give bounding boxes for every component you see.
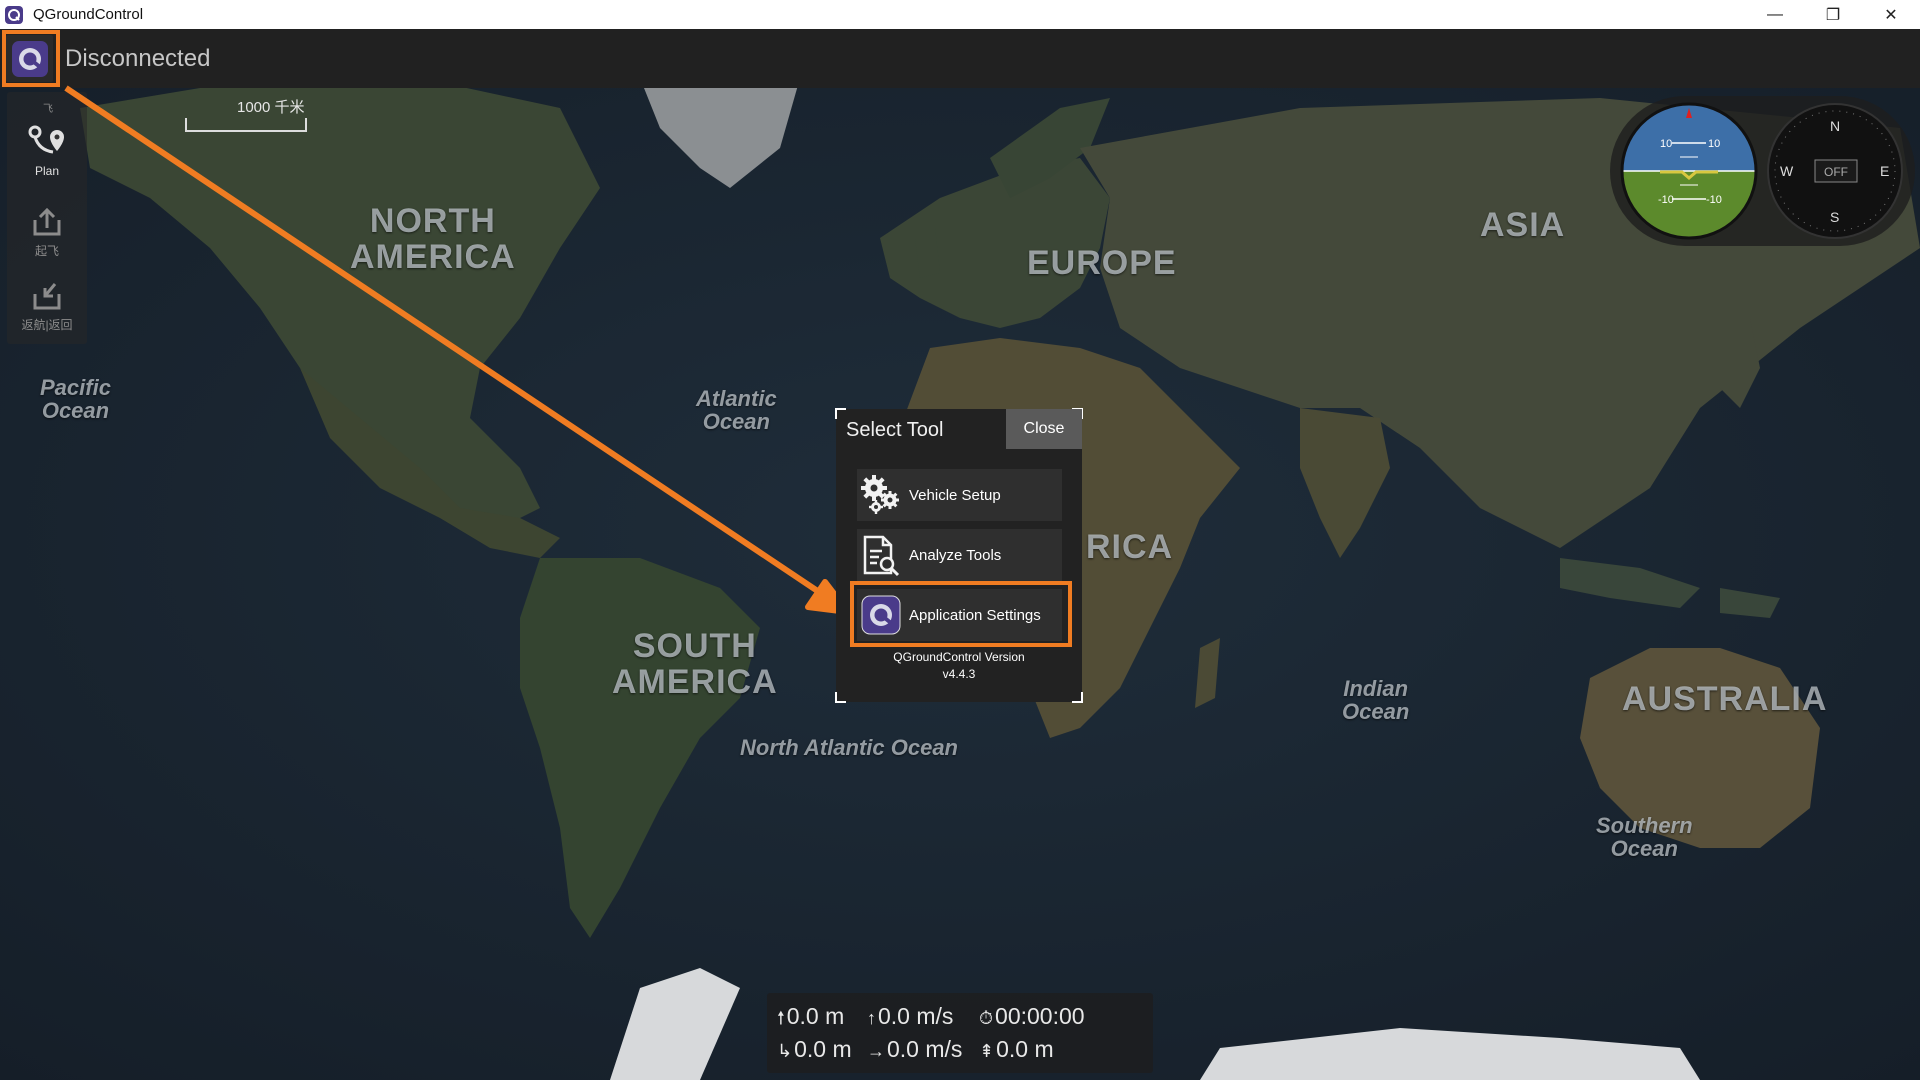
- dialog-corner: [835, 408, 846, 419]
- horizontal-speed-icon: →: [867, 1041, 885, 1061]
- window-title-bar: QGroundControl — ❐ ✕: [0, 0, 1920, 29]
- highlight-application-settings: [850, 581, 1072, 647]
- close-window-button[interactable]: ✕: [1862, 0, 1920, 29]
- tool-return[interactable]: 返航|返回: [7, 278, 87, 333]
- label-africa: RICA: [1086, 528, 1174, 566]
- instrument-widgets: 10 10 -10 -10 N S E W OFF: [1620, 102, 1903, 240]
- tool-return-label: 返航|返回: [21, 318, 73, 332]
- analyze-tools-button[interactable]: Analyze Tools: [857, 529, 1062, 581]
- return-icon: [33, 283, 61, 310]
- map-scale-bar: [185, 118, 307, 132]
- vehicle-setup-button[interactable]: Vehicle Setup: [857, 469, 1062, 521]
- toolstrip-top-label: 飞: [43, 104, 53, 115]
- connection-status: Disconnected: [65, 45, 211, 72]
- label-south-america: SOUTH AMERICA: [612, 627, 778, 701]
- timer-icon: ⏱: [979, 1008, 994, 1028]
- vertical-speed-icon: ↑: [867, 1008, 876, 1028]
- label-indian-ocean: Indian Ocean: [1342, 676, 1410, 725]
- version-number: v4.4.3: [942, 667, 976, 681]
- label-asia: ASIA: [1480, 206, 1566, 244]
- fly-view-toolstrip: 飞 Plan 起飞 返航|返回: [7, 92, 87, 344]
- telemetry-distance-to-home: ⇞0.0 m: [979, 1036, 1054, 1062]
- app-logo-icon: [5, 5, 23, 24]
- main-toolbar: Disconnected: [0, 29, 1920, 88]
- pitch-label-minus10-right: -10: [1706, 194, 1722, 206]
- select-tool-dialog: Select Tool Close Vehicle Setup Analyze …: [835, 408, 1083, 703]
- home-distance-icon: ⇞: [979, 1041, 995, 1061]
- analyze-icon: [863, 535, 900, 577]
- plan-icon: [28, 125, 64, 154]
- label-europe: EUROPE: [1027, 244, 1177, 282]
- gears-icon: [861, 475, 899, 514]
- compass-heading-text: OFF: [1824, 165, 1848, 179]
- pitch-label-10-left: 10: [1660, 138, 1672, 150]
- label-north-america: NORTH AMERICA: [350, 202, 516, 276]
- compass-e: E: [1880, 163, 1889, 179]
- tool-plan-label: Plan: [34, 164, 60, 178]
- attitude-indicator: [1622, 104, 1756, 238]
- tool-takeoff-label: 起飞: [34, 244, 59, 258]
- label-southern-ocean: Southern Ocean: [1596, 813, 1693, 862]
- dialog-corner: [835, 692, 846, 703]
- dialog-title: Select Tool: [846, 419, 944, 441]
- telemetry-altitude: 🠕0.0 m: [777, 1003, 845, 1029]
- pitch-label-10-right: 10: [1708, 138, 1720, 150]
- vehicle-setup-label: Vehicle Setup: [909, 486, 1001, 504]
- pitch-label-minus10-left: -10: [1658, 194, 1674, 206]
- distance-icon: ↳: [777, 1041, 793, 1061]
- dialog-corner: [1072, 692, 1083, 703]
- telemetry-vertical-speed: ↑0.0 m/s: [867, 1003, 954, 1029]
- label-pacific-ocean: Pacific Ocean: [40, 375, 111, 424]
- analyze-tools-label: Analyze Tools: [909, 546, 1002, 564]
- minimize-button[interactable]: —: [1746, 0, 1804, 29]
- label-australia: AUSTRALIA: [1622, 680, 1828, 718]
- compass-w: W: [1780, 163, 1794, 179]
- compass-n: N: [1830, 118, 1840, 134]
- label-atlantic-ocean: Atlantic Ocean: [696, 386, 777, 435]
- map-scale-label: 1000 千米: [237, 99, 305, 116]
- version-info: QGroundControl Version v4.4.3: [836, 649, 1082, 683]
- dialog-close-button[interactable]: Close: [1006, 409, 1082, 449]
- tool-plan[interactable]: Plan: [7, 122, 87, 178]
- telemetry-flight-time: ⏱00:00:00: [979, 1003, 1085, 1029]
- highlight-qgc-button: [2, 30, 60, 87]
- telemetry-horizontal-speed: →0.0 m/s: [867, 1036, 963, 1062]
- label-north-atlantic-ocean: North Atlantic Ocean: [740, 735, 958, 760]
- takeoff-icon: [33, 207, 61, 236]
- window-title: QGroundControl: [33, 6, 144, 23]
- compass-indicator: N S E W OFF: [1767, 103, 1903, 239]
- version-title: QGroundControl Version: [893, 650, 1025, 664]
- tool-takeoff[interactable]: 起飞: [7, 204, 87, 259]
- restore-button[interactable]: ❐: [1804, 0, 1862, 29]
- flight-instruments: 10 10 -10 -10 N S E W OFF: [1610, 96, 1915, 246]
- compass-s: S: [1830, 209, 1839, 225]
- telemetry-bar: 🠕0.0 m ↑0.0 m/s ⏱00:00:00 ↳0.0 m →0.0 m/…: [767, 993, 1153, 1073]
- altitude-icon: 🠕: [777, 1008, 785, 1028]
- map-scale: 1000 千米: [185, 96, 309, 136]
- telemetry-distance: ↳0.0 m: [777, 1036, 852, 1062]
